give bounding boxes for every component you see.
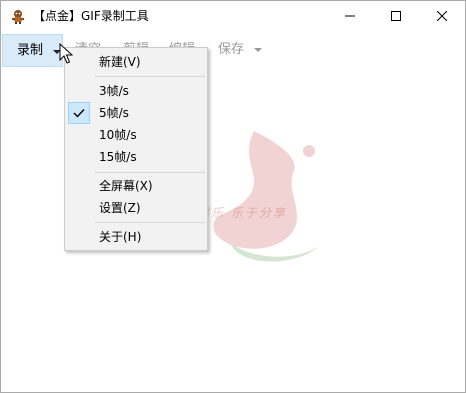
checkmark-icon — [73, 109, 85, 118]
menu-item-label: 全屏幕(X) — [99, 179, 153, 193]
menu-item-3fps[interactable]: 3帧/s — [67, 80, 205, 102]
record-dropdown-menu: 新建(V) 3帧/s 5帧/s 10帧/s 15帧/s 全屏幕(X) 设置(Z)… — [64, 47, 208, 251]
menu-separator — [95, 222, 205, 223]
menu-item-about[interactable]: 关于(H) — [67, 226, 205, 248]
record-button[interactable]: 录制 — [2, 34, 63, 67]
window-title: 【点金】GIF录制工具 — [33, 9, 149, 23]
app-window: 【点金】GIF录制工具 录制 清空 剪辑 编辑 保存 小刀娱乐 乐于分享 新建(… — [0, 0, 466, 393]
record-button-label: 录制 — [17, 43, 44, 58]
maximize-icon — [391, 11, 401, 21]
menu-item-10fps[interactable]: 10帧/s — [67, 124, 205, 146]
menu-item-fullscreen[interactable]: 全屏幕(X) — [67, 175, 205, 197]
menu-item-label: 10帧/s — [99, 128, 137, 142]
minimize-icon — [345, 15, 355, 17]
menu-item-label: 3帧/s — [99, 84, 129, 98]
save-dropdown-arrow-icon[interactable] — [254, 48, 262, 52]
app-icon — [12, 10, 24, 24]
menu-separator — [95, 76, 205, 77]
close-button[interactable] — [419, 1, 465, 31]
menu-item-label: 5帧/s — [99, 106, 129, 120]
maximize-button[interactable] — [373, 1, 419, 31]
menu-item-5fps[interactable]: 5帧/s — [67, 102, 205, 124]
title-bar[interactable]: 【点金】GIF录制工具 — [1, 1, 465, 32]
checkmark-box — [68, 102, 90, 124]
menu-item-label: 15帧/s — [99, 150, 137, 164]
minimize-button[interactable] — [327, 1, 373, 31]
menu-item-label: 设置(Z) — [99, 201, 141, 215]
close-icon — [437, 11, 447, 21]
save-button[interactable]: 保存 — [218, 42, 244, 58]
menu-item-label: 关于(H) — [99, 230, 142, 244]
mouse-cursor-icon — [59, 43, 73, 64]
menu-item-15fps[interactable]: 15帧/s — [67, 146, 205, 168]
menu-item-new[interactable]: 新建(V) — [67, 51, 205, 73]
menu-separator — [95, 172, 205, 173]
menu-item-label: 新建(V) — [99, 55, 141, 69]
menu-item-settings[interactable]: 设置(Z) — [67, 197, 205, 219]
